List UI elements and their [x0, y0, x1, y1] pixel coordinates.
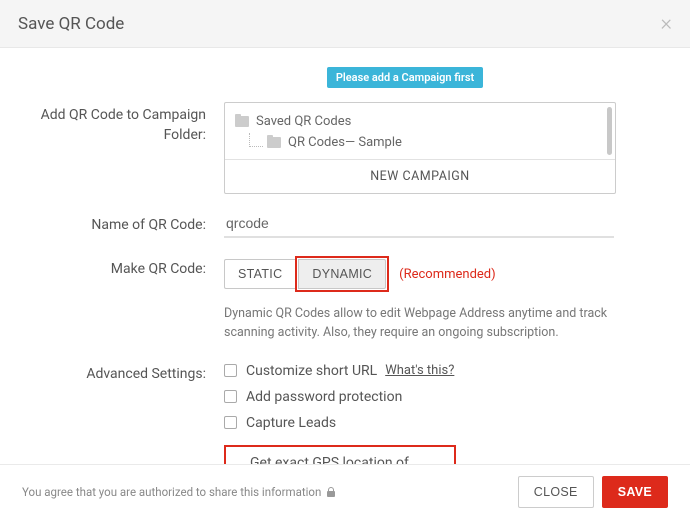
campaign-first-badge: Please add a Campaign first [327, 67, 483, 88]
folder-icon [267, 137, 281, 148]
static-button[interactable]: STATIC [224, 259, 295, 289]
modal-footer: You agree that you are authorized to sha… [0, 464, 690, 518]
modal-title: Save QR Code [18, 14, 124, 34]
dynamic-highlight: DYNAMIC [295, 256, 389, 292]
whats-this-link[interactable]: What's this? [385, 363, 454, 378]
label-campaign-folder: Add QR Code to Campaign Folder: [24, 102, 224, 194]
folder-tree[interactable]: Saved QR Codes QR Codes— Sample [225, 103, 615, 159]
campaign-folder-box: Saved QR Codes QR Codes— Sample NEW CAMP… [224, 102, 616, 194]
lock-icon [327, 487, 335, 497]
dynamic-help-text: Dynamic QR Codes allow to edit Webpage A… [224, 304, 624, 343]
close-button[interactable]: CLOSE [518, 476, 594, 508]
label-make-qr: Make QR Code: [24, 256, 224, 343]
password-protection-row[interactable]: Add password protection [224, 389, 666, 405]
folder-icon [235, 116, 249, 127]
save-button[interactable]: SAVE [602, 476, 668, 508]
disclaimer-text: You agree that you are authorized to sha… [22, 485, 335, 499]
dynamic-button[interactable]: DYNAMIC [298, 259, 386, 289]
modal-body: Please add a Campaign first Add QR Code … [0, 48, 690, 497]
new-campaign-button[interactable]: NEW CAMPAIGN [225, 159, 615, 193]
tree-connector-icon [249, 133, 263, 147]
label-name: Name of QR Code: [24, 212, 224, 238]
recommended-label: (Recommended) [399, 267, 496, 282]
capture-leads-row[interactable]: Capture Leads [224, 415, 666, 431]
checkbox-customize-url[interactable] [224, 364, 237, 377]
close-icon[interactable]: × [660, 13, 672, 35]
qr-name-input[interactable] [224, 212, 614, 238]
folder-qr-codes-sample[interactable]: QR Codes— Sample [249, 132, 605, 153]
checkbox-password[interactable] [224, 390, 237, 403]
folder-saved-qr-codes[interactable]: Saved QR Codes [235, 111, 605, 132]
modal-header: Save QR Code × [0, 0, 690, 48]
checkbox-capture-leads[interactable] [224, 416, 237, 429]
customize-short-url-row[interactable]: Customize short URL What's this? [224, 363, 666, 379]
